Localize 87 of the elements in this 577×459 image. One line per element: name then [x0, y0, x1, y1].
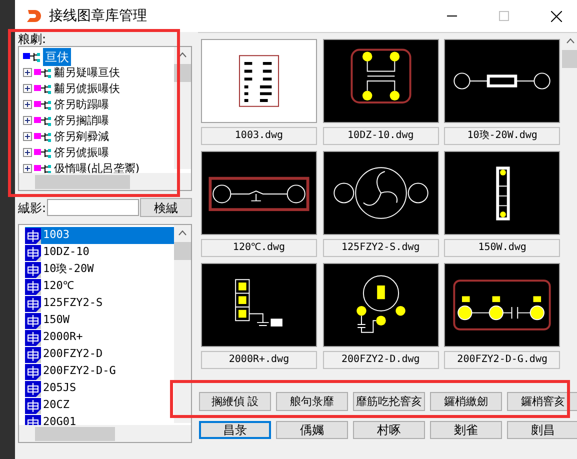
node-icon	[23, 50, 41, 62]
bottom-button[interactable]: 村啄	[353, 421, 425, 439]
expand-icon[interactable]	[23, 68, 32, 77]
tree-item[interactable]: 侪另俿振嚗	[54, 146, 109, 160]
symbol-list-item[interactable]: 205JS	[25, 380, 174, 397]
action-button[interactable]: 鑼梢繳劒	[430, 392, 502, 411]
scroll-thumb[interactable]	[562, 50, 577, 68]
drawing-preview[interactable]	[201, 263, 317, 347]
tree-item[interactable]: 黼另俿振嚗伕	[54, 82, 120, 96]
file-name-label: 150W.dwg	[444, 239, 560, 257]
node-icon	[34, 162, 52, 173]
maximize-icon	[499, 11, 509, 21]
expand-icon[interactable]	[23, 164, 32, 173]
expand-icon[interactable]	[23, 100, 32, 109]
node-icon	[34, 130, 52, 142]
vertical-scrollbar[interactable]	[174, 225, 191, 423]
bottom-button[interactable]: 剫昌	[507, 421, 577, 439]
horizontal-scrollbar[interactable]	[19, 173, 191, 190]
node-icon	[34, 82, 52, 94]
tree-item[interactable]: 侪另昉蹋嚗	[54, 98, 109, 112]
action-button[interactable]: 靡筋吃抡窨亥	[353, 392, 425, 411]
horizontal-scrollbar[interactable]	[19, 425, 191, 442]
node-icon	[34, 98, 52, 110]
symbol-list-item[interactable]: 125FZY2-S	[25, 295, 174, 312]
node-icon	[34, 66, 52, 78]
file-name-label: 125FZY2-S.dwg	[322, 239, 439, 257]
expand-icon[interactable]	[23, 148, 32, 157]
drawing-preview[interactable]	[201, 151, 317, 235]
drawing-preview[interactable]	[322, 39, 439, 123]
symbol-icon	[25, 364, 41, 380]
close-icon	[550, 10, 562, 22]
symbol-list-item[interactable]: 200FZY2-D	[25, 346, 174, 363]
file-name-label: 120℃.dwg	[201, 239, 317, 257]
symbol-list-item[interactable]: 10瑍-20W	[25, 261, 174, 278]
tree-item[interactable]: 侪另剜彛減	[54, 130, 109, 144]
node-icon	[34, 114, 52, 126]
symbol-list-item[interactable]: 10DZ-10	[25, 244, 174, 261]
expand-icon[interactable]	[23, 84, 32, 93]
file-name-label: 1003.dwg	[201, 127, 317, 145]
bottom-button[interactable]: 昌彔	[199, 421, 271, 439]
drawing-preview[interactable]	[444, 39, 560, 123]
drawing-preview[interactable]	[322, 151, 439, 235]
scroll-thumb[interactable]	[35, 174, 130, 188]
node-icon	[34, 146, 52, 158]
symbol-list-item[interactable]: 120℃	[25, 278, 174, 295]
action-button[interactable]: 艆句彔靡	[276, 392, 348, 411]
drawing-preview[interactable]	[201, 39, 317, 123]
file-name-label: 200FZY2-D.dwg	[322, 351, 439, 369]
symbol-icon	[25, 330, 41, 346]
bottom-button[interactable]: 剗雀	[430, 421, 502, 439]
bottom-button[interactable]: 偊孎	[276, 421, 348, 439]
action-button[interactable]: 鑼梢窨亥	[507, 392, 577, 411]
symbol-list-item[interactable]: 2000R+	[25, 329, 174, 346]
drawing-preview[interactable]	[444, 263, 560, 347]
scroll-thumb[interactable]	[174, 242, 191, 260]
symbol-list-item[interactable]: 150W	[25, 312, 174, 329]
expand-icon[interactable]	[23, 116, 32, 125]
tree-item[interactable]: 亘伕	[43, 48, 71, 66]
search-field[interactable]	[47, 199, 140, 216]
expand-icon[interactable]	[23, 132, 32, 141]
file-name-label: 200FZY2-D-G.dwg	[444, 351, 560, 369]
symbol-icon	[25, 346, 41, 362]
symbol-icon	[25, 262, 41, 278]
symbol-icon	[25, 296, 41, 312]
tree-item[interactable]: 黼另疑嚗亘伕	[54, 66, 120, 80]
search-button[interactable]: 検絾	[140, 198, 192, 217]
symbol-list-item[interactable]: 20CZ	[25, 397, 174, 414]
file-name-label: 10DZ-10.dwg	[322, 127, 439, 145]
symbol-list-item[interactable]: 200FZY2-D-G	[25, 363, 174, 380]
action-button[interactable]: 搁緶偵 設	[199, 392, 271, 411]
drawing-preview[interactable]	[444, 151, 560, 235]
tree-label: 粮劇:	[18, 33, 48, 46]
symbol-icon	[25, 244, 41, 260]
file-name-label: 10瑍-20W.dwg	[444, 127, 560, 145]
app-logo-icon	[25, 7, 43, 25]
scroll-thumb[interactable]	[35, 426, 115, 440]
window-title: 接线图章库管理	[49, 6, 147, 26]
search-label: 絾影:	[18, 200, 46, 216]
file-name-label: 2000R+.dwg	[201, 351, 317, 369]
symbol-icon	[25, 278, 41, 294]
tree-item[interactable]: 侪另搁誚嚗	[54, 114, 109, 128]
drawing-preview[interactable]	[322, 263, 439, 347]
symbol-list-item[interactable]: 1003	[25, 227, 174, 244]
symbol-icon	[25, 380, 41, 396]
tree-item[interactable]: 伋惰嚗(乩呂垄鬻)	[54, 162, 140, 173]
symbol-icon	[25, 228, 41, 244]
symbol-icon	[25, 312, 41, 328]
